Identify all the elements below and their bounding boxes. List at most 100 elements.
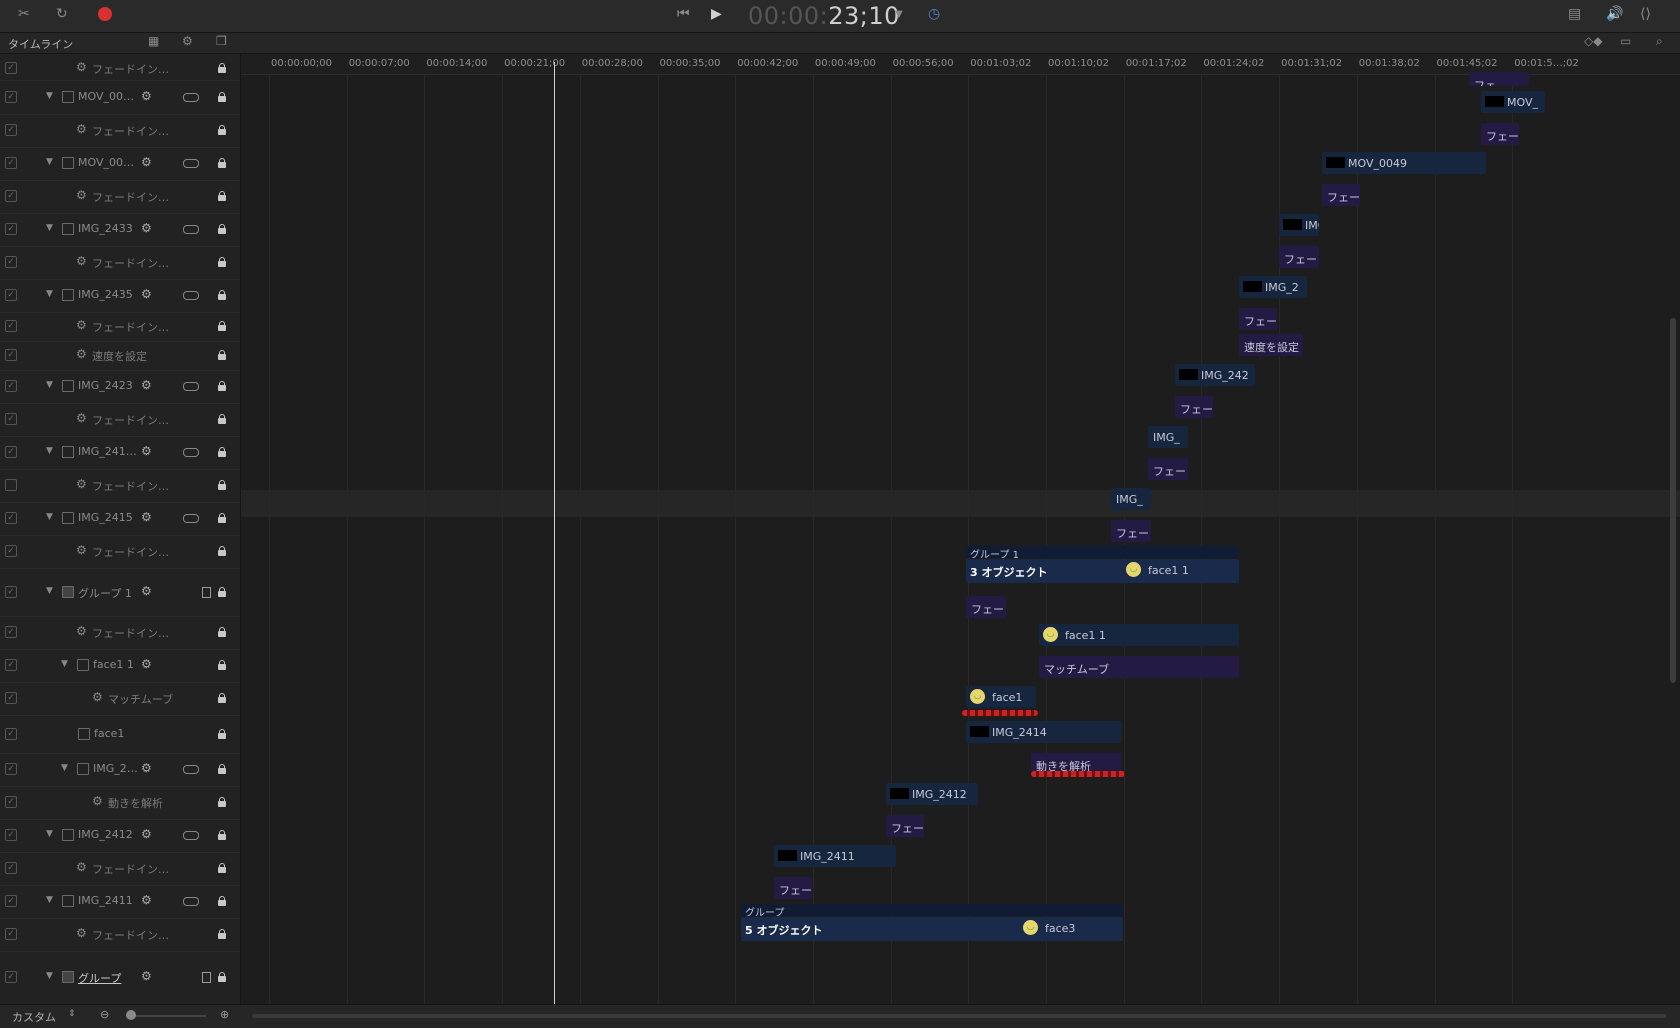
lock-icon[interactable] — [218, 350, 226, 360]
disclosure-triangle-icon[interactable]: ▼ — [46, 380, 53, 390]
layer-checkbox[interactable]: ✓ — [5, 692, 17, 704]
lock-icon[interactable] — [218, 764, 226, 774]
link-icon[interactable] — [183, 159, 199, 168]
playhead[interactable] — [554, 62, 555, 1004]
timeline-clip[interactable]: IMG_2411 — [774, 845, 896, 867]
group-body[interactable]: 3 オブジェクト ◡ face1 1 — [966, 559, 1239, 583]
link-icon[interactable] — [183, 831, 199, 840]
layer-name[interactable]: フェードイン… — [92, 123, 169, 139]
layer-row[interactable]: ✓ ⚙ フェードイン… — [0, 114, 240, 148]
layer-checkbox[interactable]: ✓ — [5, 62, 17, 74]
chevron-down-icon[interactable]: ▼ — [895, 9, 903, 20]
layer-checkbox[interactable]: ✓ — [5, 320, 17, 332]
zoom-slider-track[interactable] — [126, 1015, 206, 1017]
layer-name[interactable]: グループ — [78, 970, 121, 986]
layer-checkbox[interactable]: ✓ — [5, 380, 17, 392]
layer-checkbox[interactable]: ✓ — [5, 223, 17, 235]
layer-row[interactable]: ✓ ▼ グループ ⚙ — [0, 951, 240, 1004]
layer-name[interactable]: IMG_2433 — [78, 222, 133, 235]
timeline-clip[interactable]: ◡ face1 1 — [1039, 624, 1239, 646]
timeline-clip[interactable]: IMG_ — [1148, 426, 1188, 448]
record-button[interactable] — [98, 7, 112, 21]
group-header[interactable]: グループ 1 — [966, 546, 1239, 558]
layer-name[interactable]: IMG_2423 — [78, 379, 133, 392]
lock-icon[interactable] — [218, 587, 226, 597]
disclosure-triangle-icon[interactable]: ▼ — [46, 289, 53, 299]
layer-checkbox[interactable]: ✓ — [5, 157, 17, 169]
layer-row[interactable]: ✓ ⚙ フェードイン… — [0, 918, 240, 952]
behavior-clip[interactable]: フェ — [1469, 72, 1529, 86]
timeline-clip[interactable]: IMG — [1279, 214, 1319, 236]
lock-icon[interactable] — [218, 290, 226, 300]
layer-row[interactable]: ✓ ⚙ フェードイン… — [0, 403, 240, 437]
layer-row[interactable]: ✓ ⚙ フェードイン… — [0, 852, 240, 886]
lock-icon[interactable] — [218, 513, 226, 523]
link-icon[interactable] — [183, 897, 199, 906]
lock-icon[interactable] — [218, 224, 226, 234]
disclosure-triangle-icon[interactable]: ▼ — [46, 586, 53, 596]
layer-row[interactable]: ✓ ⚙ フェードイン… — [0, 56, 240, 81]
layer-name[interactable]: IMG_2412 — [78, 828, 133, 841]
horizontal-scrollbar[interactable] — [252, 1014, 1666, 1018]
layer-checkbox[interactable]: ✓ — [5, 289, 17, 301]
loop-icon[interactable]: ↻ — [56, 6, 68, 22]
layer-checkbox[interactable]: ✓ — [5, 349, 17, 361]
layer-row[interactable]: ✓ ▼ IMG_2412 ⚙ — [0, 819, 240, 853]
disclosure-triangle-icon[interactable]: ▼ — [46, 971, 53, 981]
zoom-out-icon[interactable]: ⊖ — [100, 1008, 109, 1021]
lock-icon[interactable] — [218, 414, 226, 424]
lock-icon[interactable] — [218, 92, 226, 102]
link-icon[interactable] — [183, 765, 199, 774]
gear-icon[interactable]: ⚙ — [141, 657, 152, 671]
gear-icon[interactable]: ⚙ — [141, 155, 152, 169]
disclosure-triangle-icon[interactable]: ▼ — [46, 157, 53, 167]
expand-icon[interactable]: ⟨⟩ — [1640, 6, 1651, 22]
keyframe-nav-icon[interactable]: ◇◆ — [1584, 34, 1602, 48]
lock-icon[interactable] — [218, 63, 226, 73]
layer-checkbox[interactable]: ✓ — [5, 971, 17, 983]
layer-checkbox[interactable] — [5, 479, 17, 491]
layer-checkbox[interactable]: ✓ — [5, 763, 17, 775]
layer-row[interactable]: ✓ ▼ face1 1 ⚙ — [0, 649, 240, 683]
link-icon[interactable] — [183, 382, 199, 391]
lock-icon[interactable] — [218, 729, 226, 739]
behavior-clip[interactable]: フェー — [886, 815, 924, 837]
gear-icon[interactable]: ⚙ — [141, 893, 152, 907]
lock-icon[interactable] — [218, 546, 226, 556]
filmstrip-icon[interactable]: ▤ — [1568, 6, 1581, 22]
lock-icon[interactable] — [218, 863, 226, 873]
layer-checkbox[interactable]: ✓ — [5, 413, 17, 425]
layer-row[interactable]: ✓ ▼ MOV_00… ⚙ — [0, 147, 240, 181]
layer-checkbox[interactable]: ✓ — [5, 545, 17, 557]
layer-name[interactable]: 速度を設定 — [92, 348, 147, 364]
layer-name[interactable]: フェードイン… — [92, 544, 169, 560]
gear-icon[interactable]: ⚙ — [141, 287, 152, 301]
lock-icon[interactable] — [218, 797, 226, 807]
layer-row[interactable]: ✓ ⚙ フェードイン… — [0, 616, 240, 650]
mute-icon[interactable]: ✂ — [18, 6, 30, 22]
grid-icon[interactable]: ▦ — [148, 34, 159, 48]
layer-checkbox[interactable]: ✓ — [5, 796, 17, 808]
behavior-clip[interactable]: マッチムーブ — [1039, 656, 1239, 678]
lock-icon[interactable] — [218, 125, 226, 135]
lock-icon[interactable] — [218, 381, 226, 391]
zoom-slider-knob[interactable] — [126, 1010, 136, 1020]
lock-icon[interactable] — [218, 158, 226, 168]
layer-checkbox[interactable]: ✓ — [5, 862, 17, 874]
layer-checkbox[interactable]: ✓ — [5, 91, 17, 103]
disclosure-triangle-icon[interactable]: ▼ — [46, 829, 53, 839]
group-header[interactable]: グループ — [741, 904, 1123, 916]
layer-name[interactable]: フェードイン… — [92, 255, 169, 271]
behavior-clip[interactable]: フェー — [1239, 308, 1277, 330]
layer-row[interactable]: ✓ ▼ MOV_00… ⚙ — [0, 80, 240, 115]
disclosure-triangle-icon[interactable]: ▼ — [61, 763, 68, 773]
behavior-clip[interactable]: フェー — [1279, 246, 1319, 268]
link-icon[interactable] — [183, 291, 199, 300]
disclosure-triangle-icon[interactable]: ▼ — [46, 512, 53, 522]
layer-name[interactable]: フェードイン… — [92, 412, 169, 428]
layer-checkbox[interactable]: ✓ — [5, 512, 17, 524]
link-icon[interactable] — [183, 93, 199, 102]
layer-checkbox[interactable]: ✓ — [5, 895, 17, 907]
lock-icon[interactable] — [218, 480, 226, 490]
link-icon[interactable] — [183, 514, 199, 523]
